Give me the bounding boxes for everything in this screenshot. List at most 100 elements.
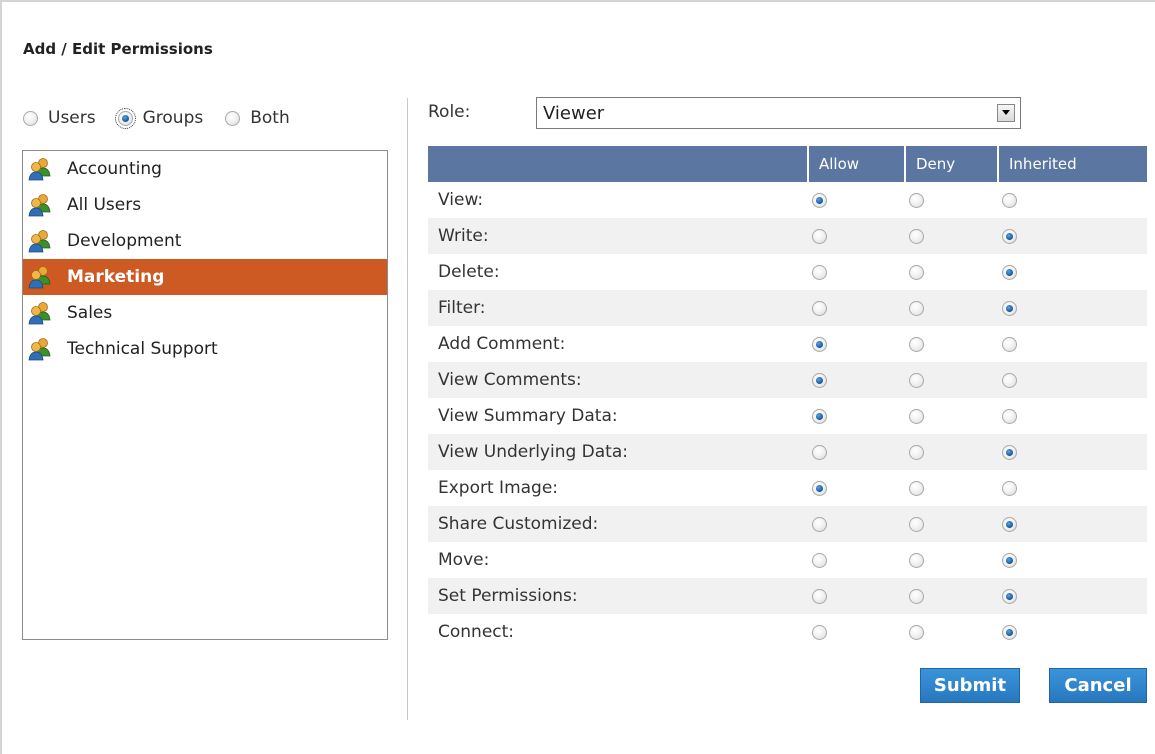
cell-deny — [905, 614, 998, 650]
inherited-radio[interactable] — [1002, 300, 1017, 316]
allow-radio[interactable] — [812, 624, 827, 640]
allow-radio[interactable] — [812, 408, 827, 424]
member-type-users[interactable]: Users — [23, 108, 96, 128]
inherited-radio[interactable] — [1002, 588, 1017, 604]
inherited-radio[interactable] — [1002, 372, 1017, 388]
allow-radio[interactable] — [812, 372, 827, 388]
cell-allow — [808, 470, 905, 506]
cell-allow — [808, 398, 905, 434]
permission-name: Delete: — [438, 262, 500, 282]
group-icon — [27, 228, 53, 254]
allow-radio[interactable] — [812, 228, 827, 244]
both-label: Both — [250, 108, 290, 128]
cell-deny — [905, 398, 998, 434]
allow-radio[interactable] — [812, 588, 827, 604]
groups-radio[interactable] — [114, 107, 136, 129]
list-item[interactable]: All Users — [23, 187, 387, 223]
inherited-radio[interactable] — [1002, 444, 1017, 460]
deny-radio[interactable] — [909, 516, 924, 532]
table-row: Delete: — [428, 254, 1147, 290]
member-type-groups[interactable]: Groups — [114, 107, 203, 129]
permission-name: View Summary Data: — [438, 406, 618, 426]
cell-deny — [905, 326, 998, 362]
allow-radio[interactable] — [812, 480, 827, 496]
list-item-label: Technical Support — [67, 339, 218, 359]
inherited-radio[interactable] — [1002, 228, 1017, 244]
deny-radio[interactable] — [909, 444, 924, 460]
table-row: Connect: — [428, 614, 1147, 650]
cell-deny — [905, 542, 998, 578]
deny-radio[interactable] — [909, 300, 924, 316]
cell-allow — [808, 578, 905, 614]
list-item[interactable]: Development — [23, 223, 387, 259]
table-row: View Summary Data: — [428, 398, 1147, 434]
inherited-radio[interactable] — [1002, 336, 1017, 352]
allow-radio[interactable] — [812, 516, 827, 532]
cell-deny — [905, 362, 998, 398]
list-item[interactable]: Accounting — [23, 151, 387, 187]
deny-radio[interactable] — [909, 192, 924, 208]
table-row: Write: — [428, 218, 1147, 254]
inherited-radio[interactable] — [1002, 408, 1017, 424]
permission-name: Export Image: — [438, 478, 559, 498]
allow-radio[interactable] — [812, 552, 827, 568]
group-list[interactable]: Accounting All Users Development Marketing S… — [22, 150, 388, 640]
chevron-down-icon — [1002, 110, 1010, 115]
deny-radio[interactable] — [909, 552, 924, 568]
users-radio[interactable] — [23, 110, 38, 126]
allow-radio[interactable] — [812, 192, 827, 208]
table-row: Set Permissions: — [428, 578, 1147, 614]
group-icon — [27, 156, 53, 182]
group-icon — [27, 300, 53, 326]
list-item[interactable]: Technical Support — [23, 331, 387, 367]
role-value: Viewer — [543, 102, 605, 124]
permission-name: View: — [438, 190, 484, 210]
role-select[interactable]: Viewer — [536, 97, 1021, 129]
list-item[interactable]: Marketing — [23, 259, 387, 295]
dialog-title: Add / Edit Permissions — [23, 40, 213, 58]
cell-deny — [905, 254, 998, 290]
cell-deny — [905, 506, 998, 542]
permission-name: Add Comment: — [438, 334, 566, 354]
table-row: View Comments: — [428, 362, 1147, 398]
deny-radio[interactable] — [909, 372, 924, 388]
submit-button[interactable]: Submit — [920, 668, 1020, 703]
deny-radio[interactable] — [909, 228, 924, 244]
inherited-radio[interactable] — [1002, 624, 1017, 640]
permission-name: Filter: — [428, 290, 808, 326]
cell-inherited — [998, 614, 1147, 650]
deny-radio[interactable] — [909, 588, 924, 604]
inherited-radio[interactable] — [1002, 480, 1017, 496]
inherited-radio[interactable] — [1002, 516, 1017, 532]
allow-radio[interactable] — [812, 264, 827, 280]
inherited-radio[interactable] — [1002, 264, 1017, 280]
permission-name: Connect: — [438, 622, 515, 642]
allow-radio[interactable] — [812, 444, 827, 460]
cancel-button[interactable]: Cancel — [1049, 668, 1147, 703]
deny-radio[interactable] — [909, 408, 924, 424]
cell-allow — [808, 254, 905, 290]
deny-radio[interactable] — [909, 480, 924, 496]
cell-inherited — [998, 542, 1147, 578]
deny-radio[interactable] — [909, 624, 924, 640]
table-row: Export Image: — [428, 470, 1147, 506]
dropdown-button[interactable] — [997, 104, 1015, 122]
cell-deny — [905, 578, 998, 614]
cell-inherited — [998, 290, 1147, 326]
deny-radio[interactable] — [909, 264, 924, 280]
inherited-radio[interactable] — [1002, 192, 1017, 208]
cell-deny — [905, 434, 998, 470]
both-radio[interactable] — [225, 110, 241, 126]
panel-divider — [407, 98, 408, 720]
cell-allow — [808, 326, 905, 362]
cell-inherited — [998, 434, 1147, 470]
deny-radio[interactable] — [909, 336, 924, 352]
list-item-label: Accounting — [67, 159, 162, 179]
member-type-both[interactable]: Both — [225, 108, 290, 128]
allow-radio[interactable] — [812, 336, 827, 352]
list-item[interactable]: Sales — [23, 295, 387, 331]
allow-radio[interactable] — [812, 300, 827, 316]
list-item-label: Development — [67, 231, 182, 251]
inherited-radio[interactable] — [1002, 552, 1017, 568]
cell-allow — [808, 542, 905, 578]
